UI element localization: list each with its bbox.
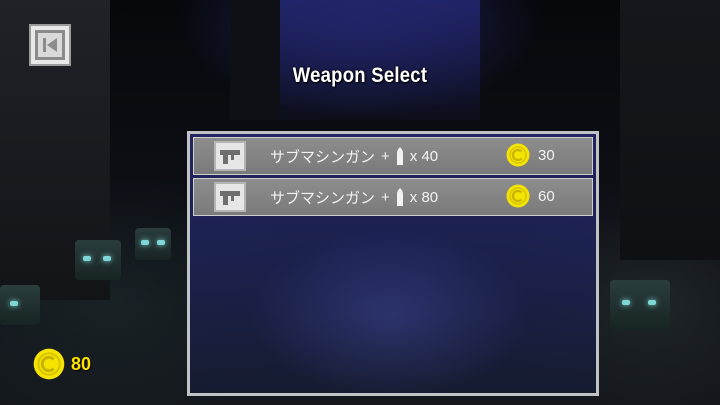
background-building [230, 0, 280, 120]
player-coin-counter: 80 [33, 348, 91, 380]
background-glow [280, 0, 480, 120]
weapon-list-panel[interactable]: サブマシンガン + x 40 30 サブマシンガン + x 80 60 [187, 131, 599, 396]
page-title: Weapon Select [292, 64, 428, 87]
plus-sign: + [381, 147, 390, 165]
weapon-row[interactable]: サブマシンガン + x 40 30 [193, 137, 593, 175]
zombie-eye [141, 240, 149, 245]
back-button[interactable] [29, 24, 71, 66]
zombie-eye [648, 300, 656, 305]
plus-sign: + [381, 188, 390, 206]
skip-back-icon [43, 38, 57, 52]
weapon-price: 30 [506, 143, 555, 167]
weapon-icon-box [214, 182, 246, 212]
zombie-eye [10, 301, 18, 306]
weapon-name: サブマシンガン [270, 147, 376, 166]
zombie-eye [103, 256, 111, 261]
background-building [620, 0, 720, 260]
coin-icon [33, 348, 65, 380]
weapon-row[interactable]: サブマシンガン + x 80 60 [193, 178, 593, 216]
ammo-count: x 40 [409, 147, 439, 165]
bullet-icon [396, 188, 404, 206]
player-coin-count: 80 [71, 353, 92, 374]
background-zombie-head [610, 280, 670, 330]
back-button-frame [35, 30, 65, 60]
coin-icon [506, 184, 530, 208]
weapon-icon-box [214, 141, 246, 171]
zombie-eye [622, 300, 630, 305]
ammo-count: x 80 [409, 188, 439, 206]
zombie-eye [83, 256, 91, 261]
coin-icon [506, 143, 530, 167]
price-value: 30 [538, 146, 555, 164]
game-screen: Weapon Select サブマシンガン + x 40 30 サブマシンガン … [0, 0, 720, 405]
weapon-price: 60 [506, 184, 555, 208]
submachine-gun-icon [220, 191, 240, 205]
background-zombie-head [75, 240, 121, 280]
submachine-gun-icon [220, 150, 240, 164]
price-value: 60 [538, 187, 555, 205]
bullet-icon [396, 147, 404, 165]
background-zombie-head [135, 228, 171, 260]
weapon-name: サブマシンガン [270, 188, 376, 207]
zombie-eye [157, 240, 165, 245]
background-zombie-head [0, 285, 40, 325]
